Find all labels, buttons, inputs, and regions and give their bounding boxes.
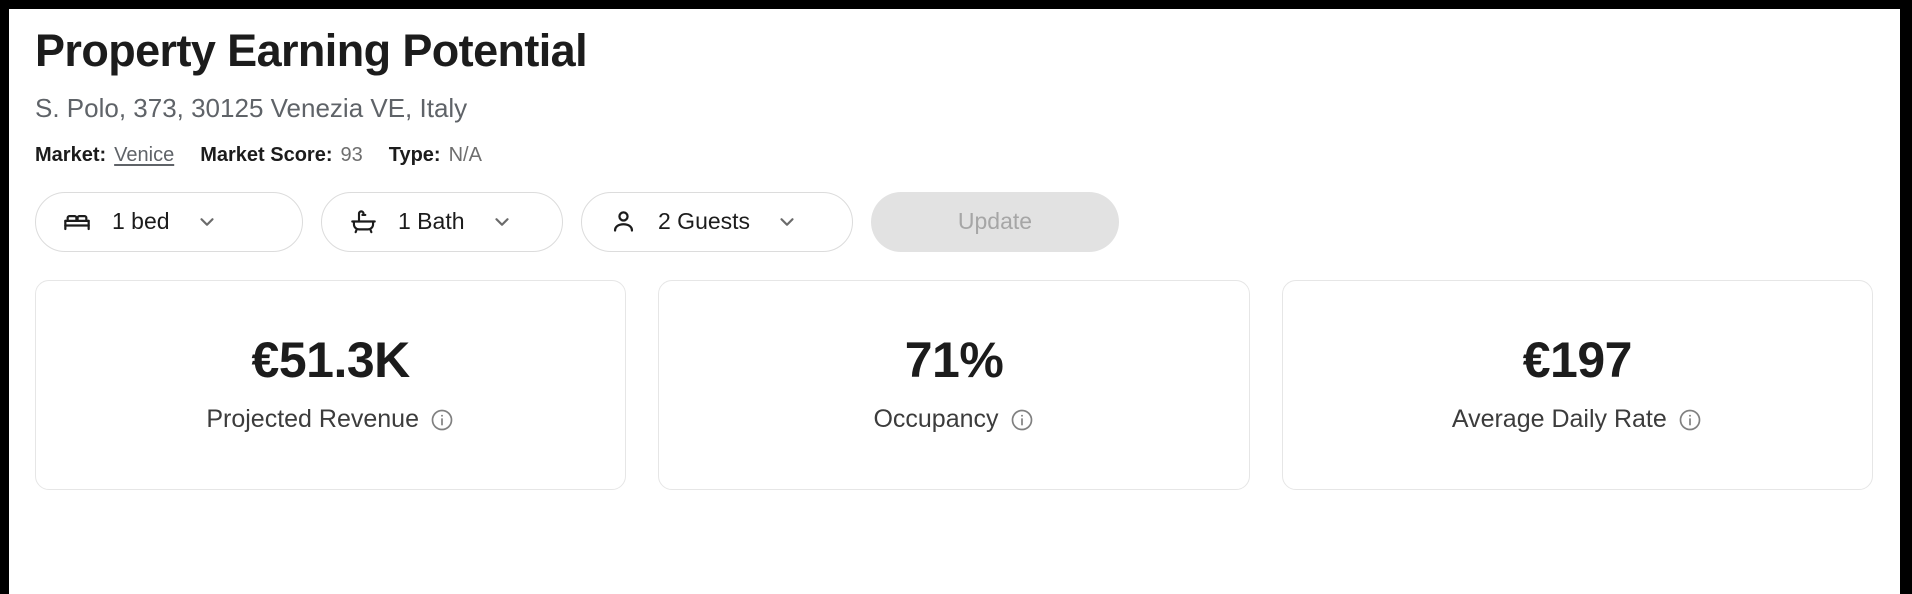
window-frame-left (0, 0, 9, 594)
meta-market-score: Market Score: 93 (200, 144, 363, 167)
projected-revenue-label: Projected Revenue (206, 405, 419, 434)
projected-revenue-value: €51.3K (251, 332, 411, 389)
projected-revenue-label-row: Projected Revenue (206, 405, 455, 434)
window-frame-right (1900, 0, 1912, 594)
guests-dropdown[interactable]: 2 Guests (581, 191, 853, 252)
market-score-value: 93 (340, 143, 363, 166)
window-frame-top (0, 0, 1912, 9)
market-label: Market: (35, 143, 107, 166)
occupancy-label-row: Occupancy (873, 405, 1034, 434)
bedrooms-value: 1 bed (112, 208, 170, 235)
property-earning-potential-panel: Property Earning Potential S. Polo, 373,… (9, 9, 1900, 594)
occupancy-label: Occupancy (873, 405, 999, 434)
average-daily-rate-label: Average Daily Rate (1451, 405, 1667, 434)
stat-card-occupancy: 71% Occupancy (658, 279, 1250, 490)
bathrooms-value: 1 Bath (398, 208, 465, 235)
bed-icon (62, 207, 92, 237)
screen: Property Earning Potential S. Polo, 373,… (0, 0, 1912, 594)
person-icon (608, 207, 638, 237)
info-icon[interactable] (1678, 407, 1703, 432)
meta-type: Type: N/A (389, 144, 482, 167)
bedrooms-dropdown[interactable]: 1 bed (35, 191, 303, 252)
bathrooms-dropdown[interactable]: 1 Bath (321, 191, 563, 252)
average-daily-rate-value: €197 (1522, 332, 1633, 389)
type-value: N/A (448, 143, 482, 166)
property-address: S. Polo, 373, 30125 Venezia VE, Italy (35, 93, 468, 124)
guests-value: 2 Guests (658, 208, 751, 235)
market-score-label: Market Score: (200, 143, 333, 166)
type-label: Type: (388, 143, 441, 166)
stat-card-average-daily-rate: €197 Average Daily Rate (1281, 279, 1873, 490)
property-meta-row: Market: Venice Market Score: 93 Type: N/… (35, 144, 1900, 167)
chevron-down-icon (194, 209, 220, 235)
average-daily-rate-label-row: Average Daily Rate (1452, 405, 1703, 434)
stat-card-projected-revenue: €51.3K Projected Revenue (35, 279, 627, 490)
page-title: Property Earning Potential (35, 25, 588, 76)
chevron-down-icon (774, 209, 800, 235)
meta-market: Market: Venice (35, 144, 174, 167)
occupancy-value: 71% (904, 332, 1004, 389)
update-button[interactable]: Update (871, 191, 1119, 252)
info-icon[interactable] (430, 407, 455, 432)
stat-cards-row: €51.3K Projected Revenue 71% Occupancy €… (35, 279, 1873, 490)
market-link[interactable]: Venice (114, 144, 174, 167)
property-controls-row: 1 bed 1 Bath 2 Guests Update (35, 191, 1900, 252)
chevron-down-icon (489, 209, 515, 235)
bathtub-icon (348, 207, 378, 237)
info-icon[interactable] (1010, 407, 1035, 432)
